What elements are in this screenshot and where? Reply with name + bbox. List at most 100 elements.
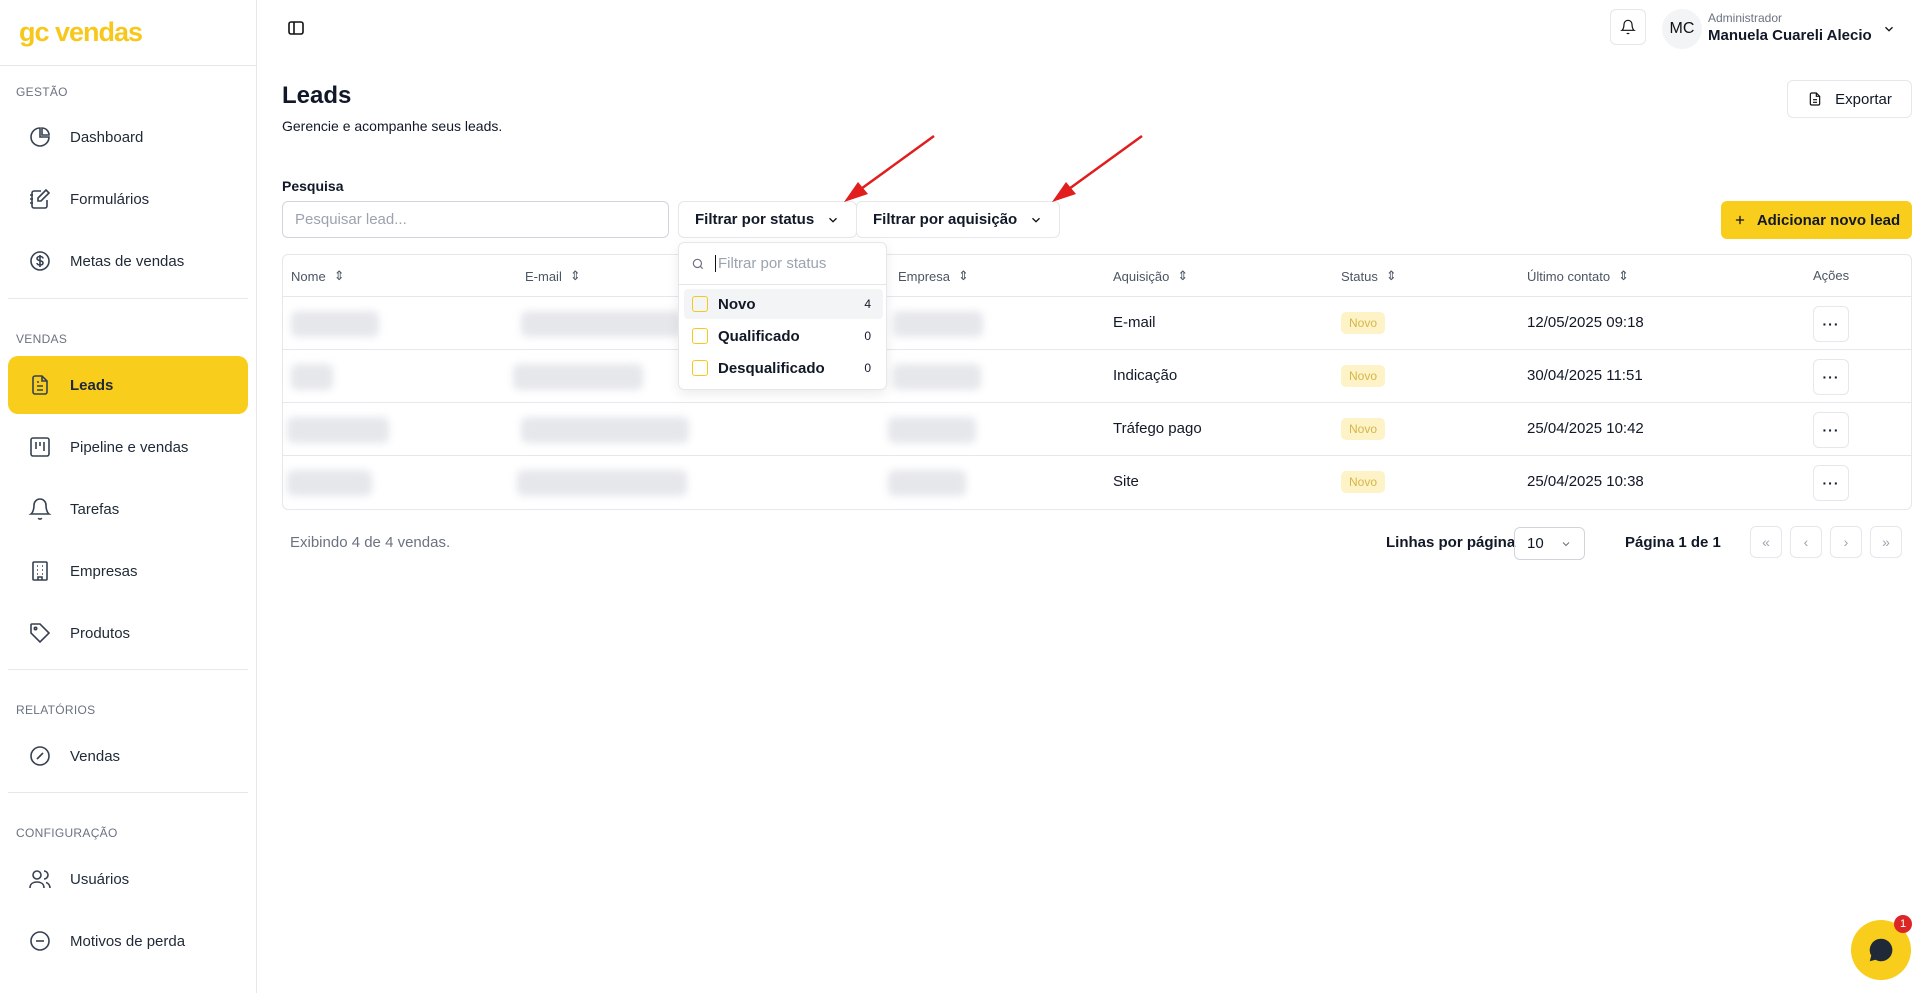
column-header-nome[interactable]: Nome ⇕: [291, 268, 345, 284]
chevron-down-icon[interactable]: [1882, 22, 1896, 36]
first-page-button[interactable]: «: [1750, 526, 1782, 558]
search-label: Pesquisa: [282, 178, 344, 194]
prev-page-button[interactable]: ‹: [1790, 526, 1822, 558]
column-header-acoes: Ações: [1813, 268, 1850, 283]
blurred-email: [521, 311, 681, 337]
document-icon: [1809, 92, 1821, 106]
status-option-qualificado[interactable]: Qualificado 0: [684, 321, 883, 351]
option-count: 0: [864, 361, 871, 375]
sidebar-toggle-icon[interactable]: [287, 19, 305, 37]
section-label-relatorios: RELATÓRIOS: [16, 703, 96, 717]
sidebar-item-leads[interactable]: Leads: [8, 356, 248, 414]
option-count: 4: [864, 297, 871, 311]
sort-icon: ⇕: [1385, 268, 1397, 283]
page-subtitle: Gerencie e acompanhe seus leads.: [282, 118, 503, 134]
checkbox[interactable]: [692, 328, 708, 344]
section-label-vendas: VENDAS: [16, 332, 68, 346]
row-actions-button[interactable]: ···: [1813, 465, 1849, 501]
cell-ultimo-contato: 30/04/2025 11:51: [1527, 367, 1643, 384]
blurred-email: [521, 417, 689, 443]
sidebar-item-label: Usuários: [70, 870, 130, 888]
sidebar-item-label: Leads: [70, 376, 114, 394]
sort-icon: ⇕: [1177, 268, 1189, 283]
sidebar-divider: [8, 792, 248, 793]
search-icon: [692, 258, 704, 269]
option-count: 0: [864, 329, 871, 343]
table-row[interactable]: Site Novo 25/04/2025 10:38 ···: [283, 455, 1911, 508]
status-filter-dropdown: Filtrar por status Novo 4 Qualificado 0 …: [678, 242, 887, 390]
column-header-aquisicao[interactable]: Aquisição ⇕: [1113, 268, 1188, 284]
column-header-status[interactable]: Status ⇕: [1341, 268, 1397, 284]
column-header-email[interactable]: E-mail ⇕: [525, 268, 581, 284]
checkbox[interactable]: [692, 360, 708, 376]
sidebar-item-label: Tarefas: [70, 500, 120, 518]
sidebar: gc vendas GESTÃO Dashboard Formulários M…: [0, 0, 257, 993]
plus-icon: [1735, 215, 1744, 225]
rows-per-page-value: 10: [1527, 535, 1544, 552]
sidebar-item-label: Produtos: [70, 624, 131, 642]
search-input[interactable]: [282, 201, 669, 238]
column-header-ultimo-contato[interactable]: Último contato ⇕: [1527, 268, 1629, 284]
chevron-down-icon: [829, 217, 838, 223]
row-actions-button[interactable]: ···: [1813, 306, 1849, 342]
notifications-button[interactable]: [1610, 9, 1646, 45]
export-label: Exportar: [1835, 90, 1892, 108]
annotation-arrow-icon: [1052, 134, 1143, 202]
status-filter-search[interactable]: Filtrar por status: [679, 243, 886, 285]
column-header-empresa[interactable]: Empresa ⇕: [898, 268, 969, 284]
sidebar-item-tarefas[interactable]: Tarefas: [8, 480, 248, 538]
app-logo[interactable]: gc vendas: [0, 0, 256, 66]
next-page-button[interactable]: ›: [1830, 526, 1862, 558]
row-actions-button[interactable]: ···: [1813, 412, 1849, 448]
sidebar-item-dashboard[interactable]: Dashboard: [8, 108, 248, 166]
form-icon: [30, 188, 51, 209]
sidebar-item-label: Dashboard: [70, 128, 144, 146]
sidebar-item-produtos[interactable]: Produtos: [8, 604, 248, 662]
sidebar-item-vendas[interactable]: Vendas: [8, 727, 248, 785]
last-page-button[interactable]: »: [1870, 526, 1902, 558]
filter-status-label: Filtrar por status: [695, 211, 815, 228]
page-info: Página 1 de 1: [1625, 534, 1721, 551]
filter-status-button[interactable]: Filtrar por status: [678, 201, 858, 238]
sort-icon: ⇕: [1618, 268, 1629, 283]
checkbox[interactable]: [692, 296, 708, 312]
tag-icon: [30, 623, 51, 644]
building-icon: [32, 561, 48, 581]
status-option-novo[interactable]: Novo 4: [684, 289, 883, 319]
sidebar-item-label: Empresas: [70, 562, 138, 580]
chevrons-right-icon: »: [1882, 534, 1890, 550]
filter-acquisition-button[interactable]: Filtrar por aquisição: [856, 201, 1061, 238]
chat-icon: [1869, 938, 1893, 962]
results-count: Exibindo 4 de 4 vendas.: [290, 534, 451, 551]
document-icon: [32, 375, 48, 395]
export-button[interactable]: Exportar: [1787, 80, 1912, 118]
status-badge: Novo: [1341, 471, 1386, 493]
annotation-arrow-icon: [844, 134, 935, 202]
chevrons-left-icon: «: [1762, 534, 1770, 550]
cell-ultimo-contato: 25/04/2025 10:38: [1527, 473, 1644, 490]
sidebar-item-metas[interactable]: Metas de vendas: [8, 232, 248, 290]
sidebar-item-empresas[interactable]: Empresas: [8, 542, 248, 600]
row-actions-button[interactable]: ···: [1813, 359, 1849, 395]
avatar[interactable]: MC: [1662, 9, 1702, 49]
table-row[interactable]: E-mail Novo 12/05/2025 09:18 ···: [283, 296, 1911, 349]
status-option-desqualificado[interactable]: Desqualificado 0: [684, 353, 883, 383]
user-name[interactable]: Manuela Cuareli Alecio: [1708, 27, 1872, 44]
sidebar-item-pipeline[interactable]: Pipeline e vendas: [8, 418, 248, 476]
sidebar-item-motivos[interactable]: Motivos de perda: [8, 912, 248, 970]
blurred-email: [513, 364, 643, 390]
blurred-name: [291, 311, 379, 337]
sort-icon: ⇕: [333, 268, 345, 283]
table-row[interactable]: Tráfego pago Novo 25/04/2025 10:42 ···: [283, 402, 1911, 455]
sidebar-item-formularios[interactable]: Formulários: [8, 170, 248, 228]
dollar-circle-icon: [30, 251, 50, 271]
blurred-name: [291, 364, 333, 390]
sidebar-item-usuarios[interactable]: Usuários: [8, 850, 248, 908]
rows-per-page-select[interactable]: 10: [1514, 527, 1585, 560]
table-row[interactable]: Indicação Novo 30/04/2025 11:51 ···: [283, 349, 1911, 402]
rows-per-page-label: Linhas por página: [1386, 534, 1516, 551]
add-lead-button[interactable]: Adicionar novo lead: [1721, 201, 1912, 239]
status-filter-placeholder: Filtrar por status: [715, 255, 826, 272]
chevron-left-icon: ‹: [1803, 534, 1809, 550]
percent-circle-icon: [30, 746, 50, 766]
